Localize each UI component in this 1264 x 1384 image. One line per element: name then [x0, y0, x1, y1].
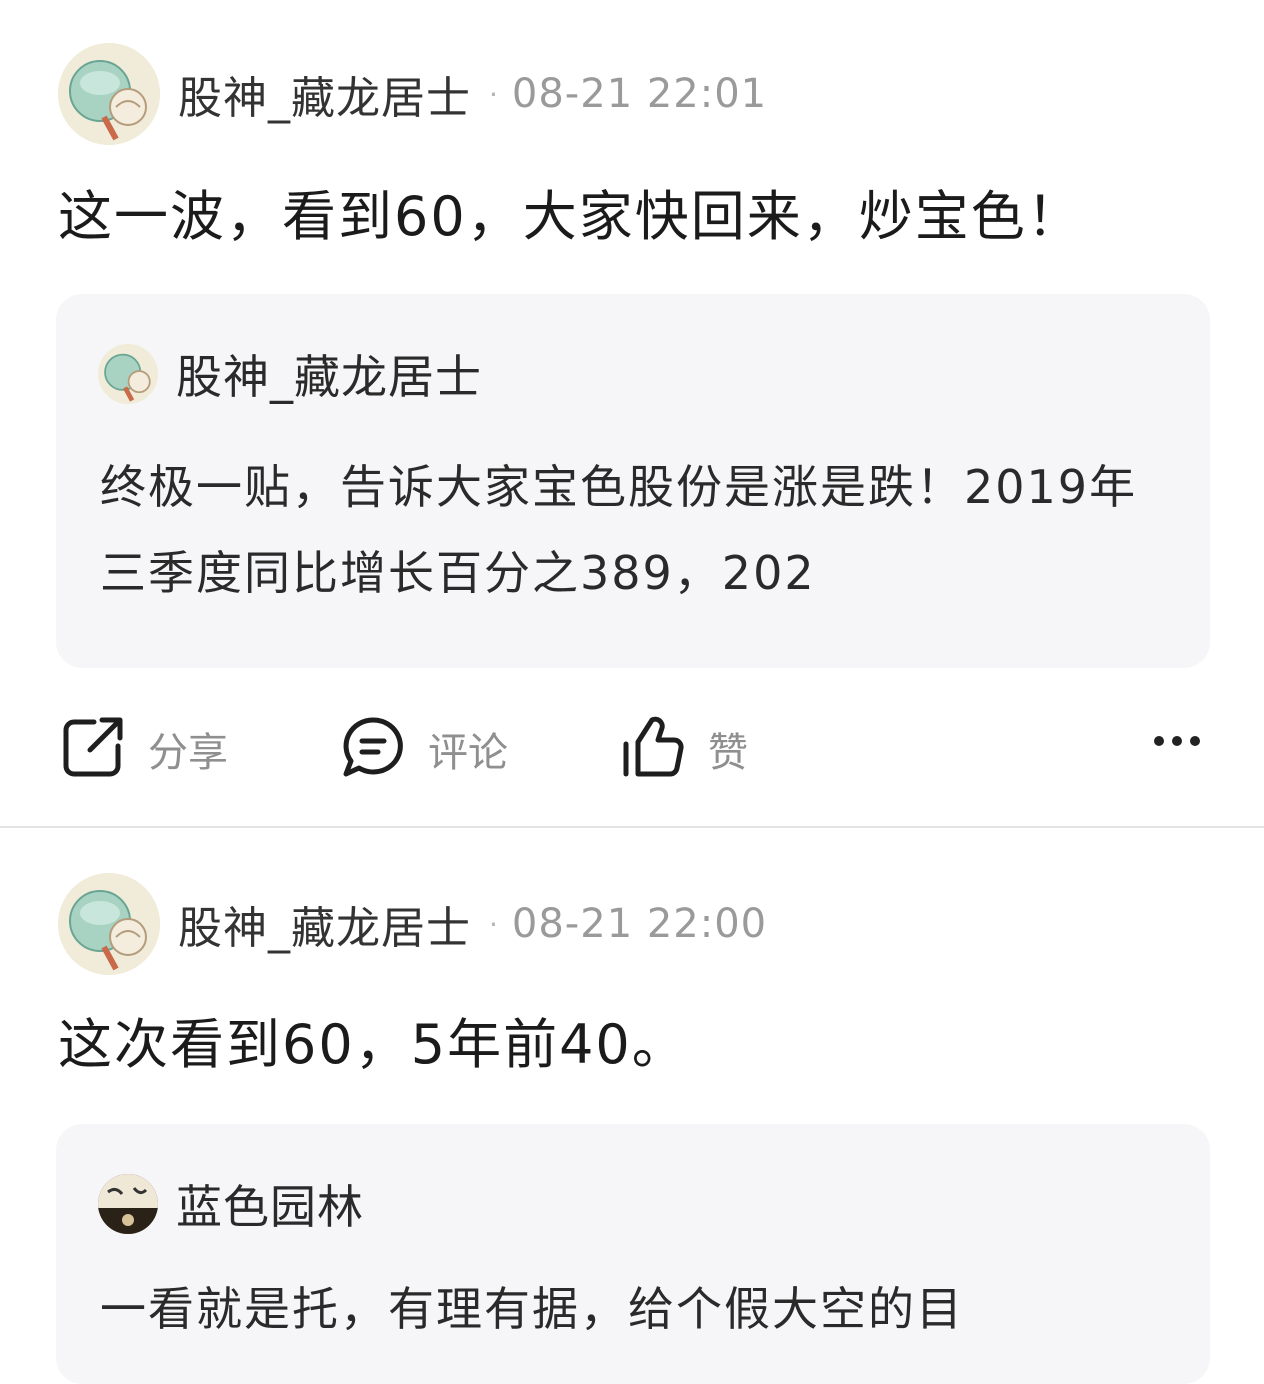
- avatar[interactable]: [58, 43, 160, 145]
- post-time: 08-21 22:01: [511, 71, 768, 117]
- quoted-post-header: 蓝色园林: [98, 1172, 364, 1236]
- meta-separator: ·: [489, 77, 498, 111]
- quoted-text: 终极一贴，告诉大家宝色股份是涨是跌！2019年三季度同比增长百分之389，202: [100, 460, 1138, 600]
- meta-separator: ·: [489, 907, 498, 941]
- post-text[interactable]: 这一波，看到60，大家快回来，炒宝色！: [58, 182, 1083, 252]
- comment-label: 评论: [428, 730, 508, 776]
- post-header: 股神_藏龙居士 · 08-21 22:00: [58, 872, 767, 976]
- quoted-author-name: 股神_藏龙居士: [176, 350, 482, 404]
- post-header: 股神_藏龙居士 · 08-21 22:01: [58, 42, 767, 146]
- quoted-author-name: 蓝色园林: [176, 1180, 364, 1234]
- author-name[interactable]: 股神_藏龙居士: [178, 62, 471, 126]
- more-icon[interactable]: [1154, 736, 1200, 746]
- quoted-text: 一看就是托，有理有据，给个假大空的目: [100, 1282, 964, 1336]
- avatar: [98, 1174, 158, 1234]
- post-text[interactable]: 这次看到60，5年前40。: [58, 1010, 688, 1080]
- post-card: 股神_藏龙居士 · 08-21 22:00 这次看到60，5年前40。 蓝色园林…: [0, 872, 1264, 1384]
- share-icon: [60, 714, 126, 784]
- post-divider: [0, 826, 1264, 828]
- action-bar: 分享 评论 赞: [0, 706, 1264, 792]
- like-icon: [620, 714, 686, 784]
- quoted-post[interactable]: 股神_藏龙居士 终极一贴，告诉大家宝色股份是涨是跌！2019年三季度同比增长百分…: [56, 294, 1210, 668]
- author-name[interactable]: 股神_藏龙居士: [178, 892, 471, 956]
- avatar[interactable]: [58, 873, 160, 975]
- share-label: 分享: [148, 730, 228, 776]
- post-time: 08-21 22:00: [511, 901, 768, 947]
- like-label: 赞: [708, 730, 748, 776]
- share-button[interactable]: 分享: [60, 706, 228, 792]
- comment-button[interactable]: 评论: [340, 706, 508, 792]
- avatar: [98, 344, 158, 404]
- quoted-post[interactable]: 蓝色园林 一看就是托，有理有据，给个假大空的目: [56, 1124, 1210, 1384]
- comment-icon: [340, 714, 406, 784]
- like-button[interactable]: 赞: [620, 706, 748, 792]
- quoted-post-header: 股神_藏龙居士: [98, 342, 482, 406]
